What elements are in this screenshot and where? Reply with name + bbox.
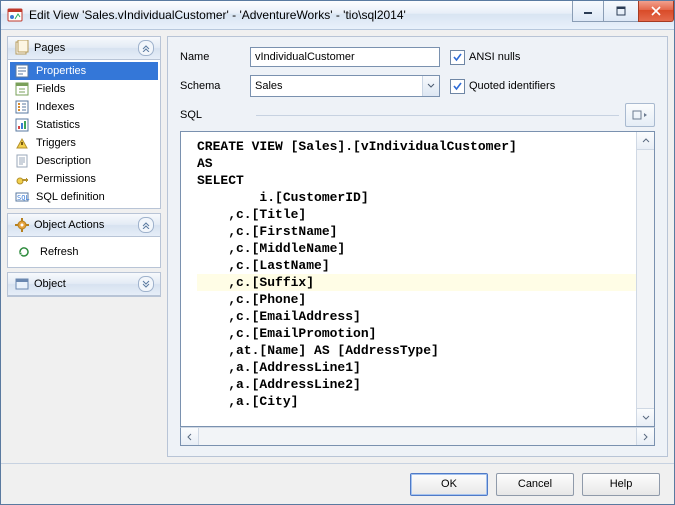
minimize-button[interactable] <box>572 1 604 22</box>
sql-line: ,a.[City] <box>197 393 636 410</box>
sql-line: ,c.[EmailAddress] <box>197 308 636 325</box>
page-item-permissions[interactable]: Permissions <box>10 170 158 188</box>
sql-line: CREATE VIEW [Sales].[vIndividualCustomer… <box>197 138 636 155</box>
pages-icon <box>14 40 30 56</box>
page-item-label: Properties <box>36 65 86 77</box>
scroll-right-button[interactable] <box>636 428 654 445</box>
object-icon <box>14 276 30 292</box>
vertical-scrollbar[interactable] <box>636 132 654 426</box>
chevron-down-icon[interactable] <box>138 276 154 292</box>
page-item-triggers[interactable]: Triggers <box>10 134 158 152</box>
actions-panel: Object Actions Refresh <box>7 213 161 268</box>
sql-editor[interactable]: CREATE VIEW [Sales].[vIndividualCustomer… <box>181 132 636 426</box>
quoted-identifiers-checkbox[interactable] <box>450 79 465 94</box>
name-input[interactable] <box>250 47 440 67</box>
sql-line: ,at.[Name] AS [AddressType] <box>197 342 636 359</box>
page-item-sql-definition[interactable]: SQL SQL definition <box>10 188 158 206</box>
dialog-footer: OK Cancel Help <box>1 463 674 504</box>
dialog-body: Pages Properties Fields Indexes Statistics T… <box>1 30 674 463</box>
schema-value: Sales <box>251 80 422 92</box>
page-item-label: Fields <box>36 83 65 95</box>
sql-line: ,c.[Phone] <box>197 291 636 308</box>
page-item-label: Permissions <box>36 173 96 185</box>
actions-label: Object Actions <box>34 219 138 231</box>
scroll-down-button[interactable] <box>637 408 654 426</box>
sql-line: ,c.[MiddleName] <box>197 240 636 257</box>
page-icon <box>14 63 30 79</box>
page-icon <box>14 153 30 169</box>
window-buttons <box>573 1 674 29</box>
page-item-label: Description <box>36 155 91 167</box>
help-button[interactable]: Help <box>582 473 660 496</box>
ok-button[interactable]: OK <box>410 473 488 496</box>
window-title: Edit View 'Sales.vIndividualCustomer' - … <box>29 8 573 22</box>
dialog-window: Edit View 'Sales.vIndividualCustomer' - … <box>0 0 675 505</box>
object-label: Object <box>34 278 138 290</box>
ansi-nulls-checkbox[interactable] <box>450 50 465 65</box>
sql-line: i.[CustomerID] <box>197 189 636 206</box>
sql-label: SQL <box>180 109 250 121</box>
page-icon <box>14 99 30 115</box>
tool-icon <box>632 109 648 121</box>
app-icon <box>7 7 23 23</box>
sql-line: SELECT <box>197 172 636 189</box>
page-icon <box>14 81 30 97</box>
sql-line: ,c.[Suffix] <box>197 274 636 291</box>
left-column: Pages Properties Fields Indexes Statistics T… <box>7 36 161 457</box>
ansi-nulls-label: ANSI nulls <box>469 51 520 63</box>
page-item-fields[interactable]: Fields <box>10 80 158 98</box>
name-label: Name <box>180 51 250 63</box>
object-header[interactable]: Object <box>8 273 160 296</box>
sql-section-header: SQL <box>168 103 667 131</box>
quoted-identifiers-label: Quoted identifiers <box>469 80 555 92</box>
horizontal-scrollbar[interactable] <box>180 427 655 446</box>
page-item-label: SQL definition <box>36 191 105 203</box>
pages-panel: Pages Properties Fields Indexes Statistics T… <box>7 36 161 209</box>
sql-line: ,a.[AddressLine1] <box>197 359 636 376</box>
scroll-left-button[interactable] <box>181 428 199 445</box>
pages-list: Properties Fields Indexes Statistics Trigger… <box>8 60 160 208</box>
sql-line: ,c.[EmailPromotion] <box>197 325 636 342</box>
sql-tool-button[interactable] <box>625 103 655 127</box>
page-icon <box>14 135 30 151</box>
refresh-label: Refresh <box>40 246 79 258</box>
gear-icon <box>14 217 30 233</box>
sql-line: ,c.[Title] <box>197 206 636 223</box>
cancel-button[interactable]: Cancel <box>496 473 574 496</box>
page-icon <box>14 117 30 133</box>
page-icon <box>14 171 30 187</box>
titlebar[interactable]: Edit View 'Sales.vIndividualCustomer' - … <box>1 1 674 30</box>
schema-label: Schema <box>180 80 250 92</box>
refresh-action[interactable]: Refresh <box>16 243 152 261</box>
divider <box>256 115 619 116</box>
maximize-button[interactable] <box>603 1 639 22</box>
pages-header[interactable]: Pages <box>8 37 160 60</box>
page-item-label: Indexes <box>36 101 75 113</box>
sql-editor-wrap: CREATE VIEW [Sales].[vIndividualCustomer… <box>180 131 655 427</box>
sql-line: ,c.[LastName] <box>197 257 636 274</box>
actions-header[interactable]: Object Actions <box>8 214 160 237</box>
sql-line: AS <box>197 155 636 172</box>
refresh-icon <box>16 244 32 260</box>
scroll-up-button[interactable] <box>637 132 654 150</box>
pages-label: Pages <box>34 42 138 54</box>
object-panel: Object <box>7 272 161 297</box>
svg-text:SQL: SQL <box>17 194 30 202</box>
page-item-description[interactable]: Description <box>10 152 158 170</box>
chevron-down-icon <box>422 76 439 96</box>
page-icon: SQL <box>14 189 30 205</box>
page-item-label: Statistics <box>36 119 80 131</box>
page-item-properties[interactable]: Properties <box>10 62 158 80</box>
sql-line: ,c.[FirstName] <box>197 223 636 240</box>
content-pane: Name ANSI nulls Schema Sales Quoted iden… <box>167 36 668 457</box>
page-item-indexes[interactable]: Indexes <box>10 98 158 116</box>
page-item-label: Triggers <box>36 137 76 149</box>
close-button[interactable] <box>638 1 674 22</box>
schema-combo[interactable]: Sales <box>250 75 440 97</box>
chevron-up-icon[interactable] <box>138 217 154 233</box>
sql-line: ,a.[AddressLine2] <box>197 376 636 393</box>
properties-form: Name ANSI nulls Schema Sales Quoted iden… <box>168 37 667 103</box>
chevron-up-icon[interactable] <box>138 40 154 56</box>
page-item-statistics[interactable]: Statistics <box>10 116 158 134</box>
